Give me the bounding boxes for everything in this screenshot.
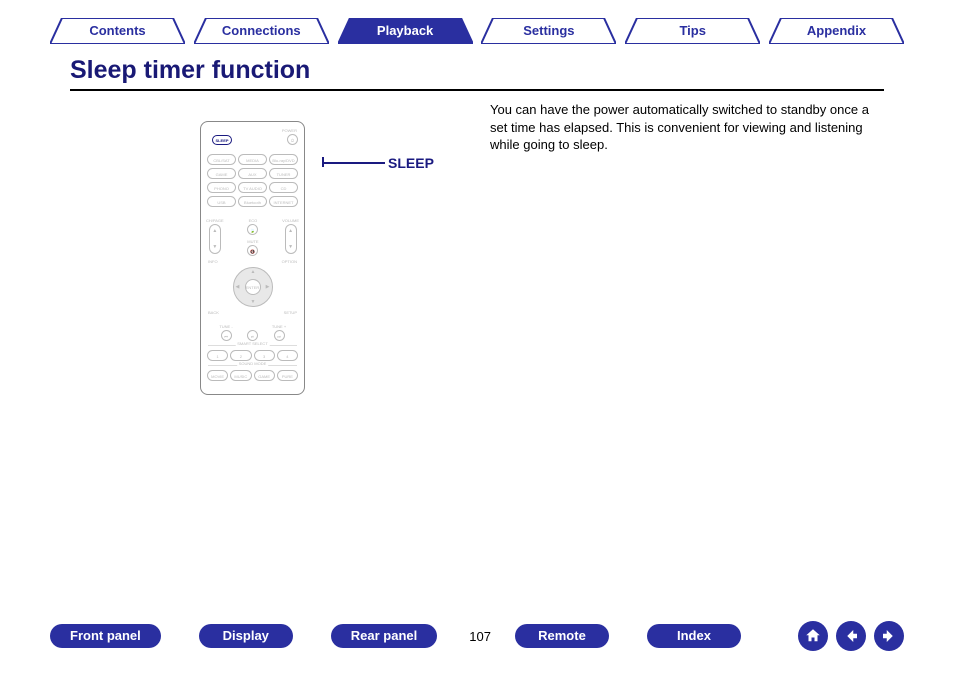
rc-vol-rocker: ▲▼: [285, 224, 297, 254]
rc-mute: 🔇: [247, 245, 258, 256]
rc-ch-rocker: ▲▼: [209, 224, 221, 254]
tab-appendix[interactable]: Appendix: [769, 18, 904, 44]
tab-playback[interactable]: Playback: [338, 18, 473, 44]
rc-mode: PURE: [277, 370, 298, 381]
rc-power-label: POWER: [206, 128, 299, 133]
rc-smart-4: 4: [277, 350, 298, 361]
rc-next: ⏭: [274, 330, 285, 341]
rc-mode: MOVIE: [207, 370, 228, 381]
callout-sleep: SLEEP: [388, 155, 434, 171]
rc-input: TV AUDIO: [238, 182, 267, 193]
tab-connections[interactable]: Connections: [194, 18, 329, 44]
rc-input: GAME: [207, 168, 236, 179]
rc-smart-3: 3: [254, 350, 275, 361]
rc-tune-plus: TUNE +: [272, 324, 286, 329]
tab-tips[interactable]: Tips: [625, 18, 760, 44]
nav-rear-panel[interactable]: Rear panel: [331, 624, 437, 648]
rc-smart-1: 1: [207, 350, 228, 361]
rc-mute-label: MUTE: [247, 239, 258, 244]
rc-tune-minus: TUNE -: [219, 324, 232, 329]
next-page-icon[interactable]: [874, 621, 904, 651]
rc-mode: MUSIC: [230, 370, 251, 381]
rc-input: USB: [207, 196, 236, 207]
nav-display[interactable]: Display: [199, 624, 293, 648]
tab-label: Playback: [377, 23, 433, 38]
top-tabs: Contents Connections Playback Settings T…: [0, 0, 954, 44]
rc-input: Bluetooth: [238, 196, 267, 207]
rc-back: BACK: [208, 310, 219, 315]
rc-input: MEDIA PLAYER: [238, 154, 267, 165]
body-text: You can have the power automatically swi…: [490, 101, 884, 154]
rc-input: CBL/SAT: [207, 154, 236, 165]
rc-input: CD: [269, 182, 298, 193]
rc-info: INFO: [208, 259, 218, 264]
rc-eco: 🍃: [247, 224, 258, 235]
page-number: 107: [469, 629, 491, 644]
tab-label: Settings: [523, 23, 574, 38]
rc-power-button: ⏻: [287, 134, 298, 145]
rc-option: OPTION: [282, 259, 297, 264]
tab-label: Connections: [222, 23, 301, 38]
rc-input: AUX: [238, 168, 267, 179]
rc-setup: SETUP: [284, 310, 297, 315]
tab-label: Contents: [89, 23, 145, 38]
prev-page-icon[interactable]: [836, 621, 866, 651]
rc-vol-label: VOLUME: [282, 218, 299, 223]
page-title: Sleep timer function: [70, 56, 884, 91]
tab-label: Appendix: [807, 23, 866, 38]
rc-playpause: ⏯: [247, 330, 258, 341]
tab-label: Tips: [679, 23, 706, 38]
home-icon[interactable]: [798, 621, 828, 651]
rc-input: TUNER: [269, 168, 298, 179]
rc-input: Blu-ray/DVD: [269, 154, 298, 165]
remote-diagram: POWER SLEEP ⏻ CBL/SAT MEDIA PLAYER Blu-r…: [200, 121, 305, 395]
rc-smart-label: SMART SELECT: [235, 341, 270, 346]
nav-front-panel[interactable]: Front panel: [50, 624, 161, 648]
rc-sound-label: SOUND MODE: [237, 361, 269, 366]
rc-ch-label: CH/PAGE: [206, 218, 224, 223]
rc-dpad: ENTER ▲ ▼ ◀ ▶: [225, 259, 281, 315]
tab-settings[interactable]: Settings: [481, 18, 616, 44]
rc-mode: GAME: [254, 370, 275, 381]
rc-prev: ⏮: [221, 330, 232, 341]
nav-index[interactable]: Index: [647, 624, 741, 648]
tab-contents[interactable]: Contents: [50, 18, 185, 44]
callout-tick: [322, 157, 324, 167]
rc-smart-2: 2: [230, 350, 251, 361]
rc-enter: ENTER: [245, 279, 261, 295]
bottom-bar: Front panel Display Rear panel 107 Remot…: [0, 621, 954, 651]
rc-sleep-button: SLEEP: [212, 135, 232, 145]
rc-eco-label: ECO: [249, 218, 258, 223]
rc-input: PHONO: [207, 182, 236, 193]
callout-line: [323, 162, 385, 164]
nav-remote[interactable]: Remote: [515, 624, 609, 648]
rc-input: INTERNET RADIO: [269, 196, 298, 207]
